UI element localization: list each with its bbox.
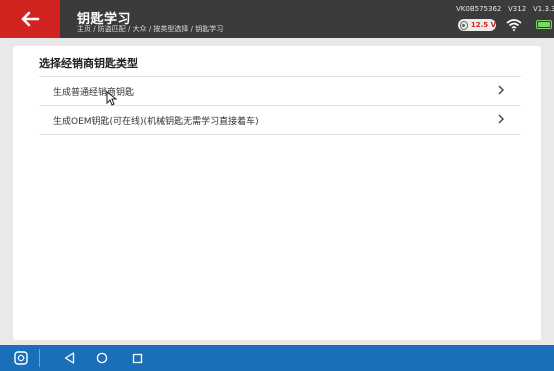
device-serial: VK0B575362 xyxy=(456,5,502,13)
key-type-panel: 选择经销商钥匙类型 生成普通经销商钥匙 生成OEM钥匙(可在线)(机械钥匙无需学… xyxy=(13,46,541,340)
back-triangle-icon xyxy=(64,352,74,364)
chevron-right-icon xyxy=(498,85,504,95)
option-label: 生成OEM钥匙(可在线)(机械钥匙无需学习直接着车) xyxy=(53,117,259,127)
recent-square-icon xyxy=(132,353,142,363)
arrow-left-icon xyxy=(21,11,40,27)
battery-voltage-icon xyxy=(460,20,468,30)
mouse-cursor-icon xyxy=(106,91,118,106)
back-button[interactable] xyxy=(0,0,60,38)
battery-icon xyxy=(536,20,552,29)
app-version: V1.3.3 xyxy=(533,5,554,13)
system-nav-bar xyxy=(0,345,554,371)
remote-icon xyxy=(14,351,28,365)
nav-recent-button[interactable] xyxy=(128,345,146,371)
nav-divider xyxy=(39,349,40,367)
section-heading: 选择经销商钥匙类型 xyxy=(39,57,138,70)
remote-button[interactable] xyxy=(10,345,32,371)
option-label: 生成普通经销商钥匙 xyxy=(53,88,135,98)
breadcrumb: 主页 / 防盗匹配 / 大众 / 按类型选择 / 钥匙学习 xyxy=(77,25,224,33)
nav-home-button[interactable] xyxy=(93,345,111,371)
home-circle-icon xyxy=(96,352,108,364)
chevron-right-icon xyxy=(498,114,504,124)
nav-back-button[interactable] xyxy=(60,345,78,371)
software-version: V312 xyxy=(508,5,527,13)
top-bar: 钥匙学习 主页 / 防盗匹配 / 大众 / 按类型选择 / 钥匙学习 VK0B5… xyxy=(0,0,554,38)
voltage-value: 12.5 V xyxy=(470,21,496,29)
option-generate-oem-key[interactable]: 生成OEM钥匙(可在线)(机械钥匙无需学习直接着车) xyxy=(39,106,521,134)
divider xyxy=(39,134,521,135)
wifi-icon xyxy=(506,19,522,31)
voltage-badge: 12.5 V xyxy=(458,19,496,31)
